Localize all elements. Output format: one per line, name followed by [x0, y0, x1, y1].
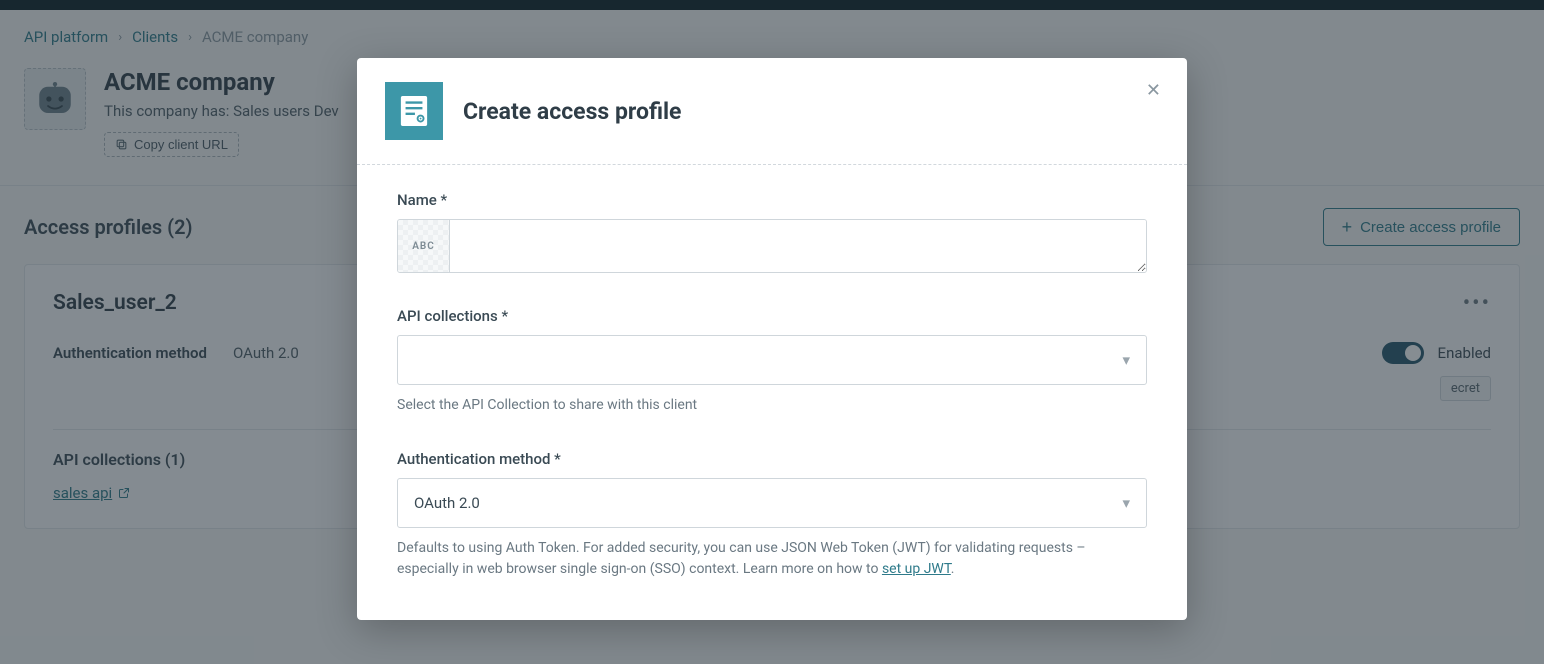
chevron-down-icon: ▾	[1122, 351, 1130, 369]
setup-jwt-link[interactable]: set up JWT	[882, 561, 951, 577]
chevron-down-icon: ▾	[1122, 494, 1130, 512]
name-input[interactable]	[450, 220, 1146, 272]
modal-header: Create access profile ✕	[357, 58, 1187, 164]
auth-method-selected-value: OAuth 2.0	[414, 494, 480, 512]
name-label: Name *	[397, 191, 1147, 209]
auth-helper-text-1: Defaults to using Auth Token. For added …	[397, 540, 1086, 577]
auth-method-helper: Defaults to using Auth Token. For added …	[397, 538, 1147, 580]
name-field: Name * ABC	[397, 191, 1147, 273]
profile-document-icon	[385, 82, 443, 140]
auth-helper-text-2: .	[951, 561, 955, 577]
close-icon: ✕	[1146, 80, 1161, 100]
modal-overlay[interactable]: Create access profile ✕ Name * ABC API c…	[0, 0, 1544, 664]
create-access-profile-modal: Create access profile ✕ Name * ABC API c…	[357, 58, 1187, 620]
auth-method-field: Authentication method * OAuth 2.0 ▾ Defa…	[397, 450, 1147, 580]
api-collections-helper: Select the API Collection to share with …	[397, 395, 1147, 416]
modal-title: Create access profile	[463, 98, 681, 125]
api-collections-select[interactable]: ▾	[397, 335, 1147, 385]
api-collections-label: API collections *	[397, 307, 1147, 325]
auth-method-select[interactable]: OAuth 2.0 ▾	[397, 478, 1147, 528]
name-prefix-badge: ABC	[398, 220, 450, 272]
modal-body: Name * ABC API collections * ▾ Select th…	[357, 165, 1187, 620]
api-collections-field: API collections * ▾ Select the API Colle…	[397, 307, 1147, 416]
modal-close-button[interactable]: ✕	[1146, 80, 1161, 101]
auth-method-label: Authentication method *	[397, 450, 1147, 468]
name-input-wrap: ABC	[397, 219, 1147, 273]
